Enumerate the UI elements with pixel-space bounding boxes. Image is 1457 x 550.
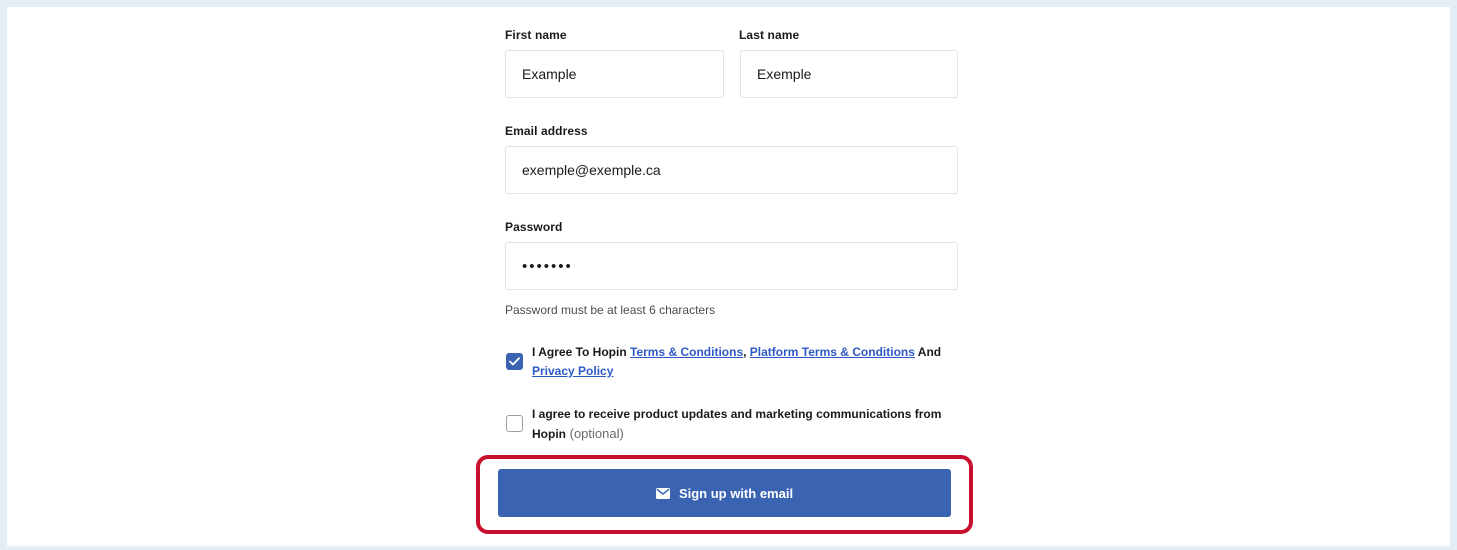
- mail-icon: [655, 487, 670, 499]
- terms-checkbox[interactable]: [506, 353, 523, 370]
- optional-label: (optional): [566, 426, 624, 441]
- marketing-text: I agree to receive product updates and m…: [532, 407, 942, 421]
- privacy-policy-link[interactable]: Privacy Policy: [532, 364, 613, 378]
- marketing-checkbox[interactable]: [506, 415, 523, 432]
- password-field[interactable]: [505, 242, 958, 290]
- last-name-label: Last name: [739, 28, 800, 42]
- terms-and-text: And: [914, 345, 942, 359]
- terms-separator: ,: [743, 345, 750, 359]
- marketing-consent-text: I agree to receive product updates and m…: [532, 405, 957, 444]
- checkmark-icon: [509, 357, 520, 366]
- terms-consent-text: I Agree To Hopin Terms & Conditions, Pla…: [532, 343, 952, 381]
- terms-link[interactable]: Terms & Conditions: [630, 345, 743, 359]
- first-name-field[interactable]: [505, 50, 724, 98]
- last-name-field[interactable]: [740, 50, 958, 98]
- sign-up-button-label: Sign up with email: [678, 485, 794, 501]
- platform-terms-link[interactable]: Platform Terms & Conditions: [750, 345, 915, 359]
- password-label: Password: [505, 220, 563, 234]
- terms-text-prefix: I Agree To Hopin: [532, 345, 630, 359]
- page-footer-band: [7, 545, 1450, 547]
- password-hint: Password must be at least 6 characters: [505, 303, 716, 317]
- email-label: Email address: [505, 124, 588, 138]
- first-name-label: First name: [505, 28, 567, 42]
- email-field[interactable]: [505, 146, 958, 194]
- sign-up-with-email-button[interactable]: Sign up with email: [498, 469, 951, 517]
- marketing-brand: Hopin: [532, 427, 566, 441]
